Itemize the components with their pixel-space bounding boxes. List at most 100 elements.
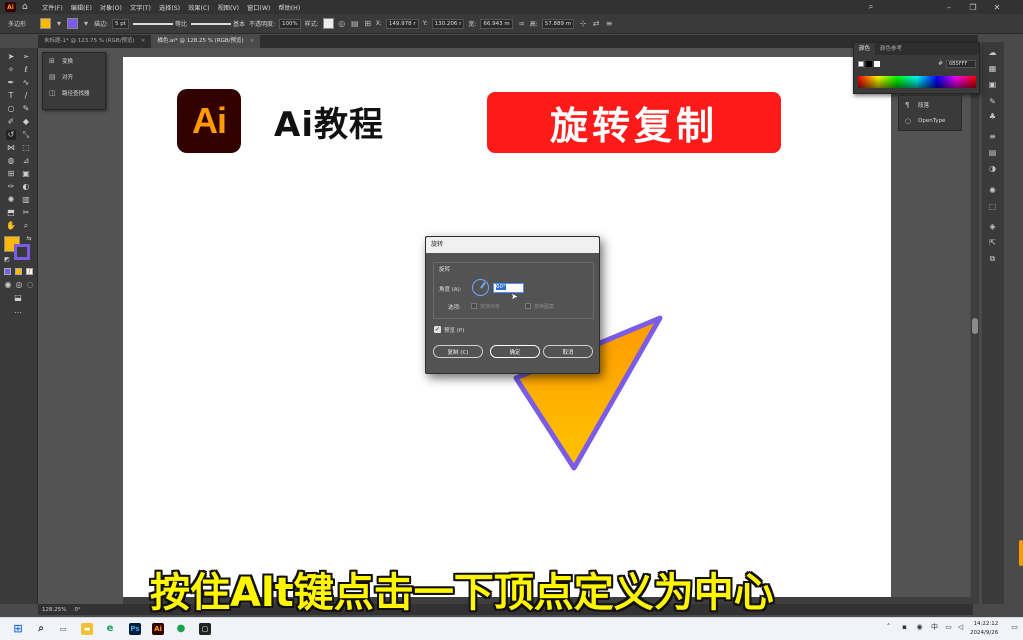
tab-color[interactable]: 颜色 [854, 43, 876, 55]
line-tool-icon[interactable]: / [21, 91, 31, 101]
graphic-styles-icon[interactable]: ⬚ [987, 202, 998, 212]
perspective-grid-icon[interactable]: ⊿ [21, 156, 31, 166]
menu-view[interactable]: 视图(V) [218, 3, 239, 12]
photoshop-icon[interactable]: Ps [129, 623, 141, 635]
profile-label[interactable]: 等比 [175, 19, 187, 28]
learn-icon[interactable]: ☁ [987, 48, 998, 58]
draw-mode-icon[interactable]: ◉ [3, 280, 13, 290]
angle-dial[interactable] [472, 279, 489, 296]
home-icon[interactable]: ⌂ [22, 2, 32, 12]
scrollbar-thumb[interactable] [972, 318, 978, 334]
copy-button[interactable]: 复制 (C) [433, 345, 483, 358]
hand-tool-icon[interactable]: ✋ [6, 221, 16, 231]
gradient-icon[interactable]: ▤ [987, 148, 998, 158]
curvature-tool-icon[interactable]: ∿ [21, 78, 31, 88]
eyedropper-icon[interactable]: ✑ [6, 182, 16, 192]
libraries-icon[interactable]: ▣ [987, 80, 998, 90]
angle-input[interactable]: 60° [493, 283, 524, 293]
rotation-field[interactable]: 0° [74, 607, 80, 613]
brush-label[interactable]: 基本 [233, 19, 245, 28]
network-icon[interactable]: ▭ [944, 623, 953, 632]
black-swatch[interactable] [866, 61, 872, 67]
menu-file[interactable]: 文件(F) [42, 3, 63, 12]
color-mode-icon[interactable] [4, 268, 11, 275]
mesh-tool-icon[interactable]: ⊞ [6, 169, 16, 179]
eraser-icon[interactable]: ◆ [21, 117, 31, 127]
x-field[interactable]: 149.978 r [385, 18, 419, 29]
ellipse-tool-icon[interactable]: ○ [6, 104, 16, 114]
symbol-sprayer-icon[interactable]: ✺ [6, 195, 16, 205]
brush-preview[interactable] [190, 22, 231, 25]
brushes-icon[interactable]: ✎ [987, 97, 998, 107]
chevron-down-icon[interactable]: ▾ [81, 19, 91, 29]
graph-tool-icon[interactable]: ▥ [21, 195, 31, 205]
stroke-swatch[interactable] [67, 18, 79, 29]
notification-icon[interactable]: ▭ [1010, 623, 1019, 632]
file-explorer-icon[interactable]: ▬ [81, 623, 93, 635]
panel-item-paragraph[interactable]: ¶ 段落 [899, 98, 961, 112]
none-mode-icon[interactable]: / [26, 268, 33, 275]
menu-select[interactable]: 选择(S) [159, 3, 180, 12]
panel-item-transform[interactable]: ⊞ 变换 [43, 53, 105, 69]
style-swatch[interactable] [322, 18, 334, 29]
cancel-button[interactable]: 取消 [543, 345, 593, 358]
shape-builder-icon[interactable]: ◍ [6, 156, 16, 166]
color-spectrum[interactable] [858, 76, 976, 88]
shaper-tool-icon[interactable]: ✐ [6, 117, 16, 127]
align-icon[interactable]: ▤ [350, 19, 360, 29]
ok-button[interactable]: 确定 [490, 345, 540, 358]
white-swatch-2[interactable] [874, 61, 880, 67]
tray-app-icon[interactable]: ▪ [900, 623, 909, 632]
symbols-icon[interactable]: ♣ [987, 112, 998, 122]
more-tools-icon[interactable]: ⋯ [13, 308, 23, 318]
h-field[interactable]: 57.889 m [541, 18, 575, 29]
free-transform-icon[interactable]: ⬚ [21, 143, 31, 153]
restore-icon[interactable]: ❐ [964, 0, 982, 14]
close-icon[interactable]: ✕ [988, 0, 1006, 14]
y-field[interactable]: 130.206 r [431, 18, 465, 29]
tab-orange[interactable]: 橘色.ai* @ 128.25 % (RGB/预览) × [151, 35, 261, 48]
stroke-weight-field[interactable]: 5 pt [112, 18, 129, 29]
menu-window[interactable]: 窗口(W) [247, 3, 270, 12]
draw-behind-icon[interactable]: ◎ [14, 280, 24, 290]
blend-tool-icon[interactable]: ◐ [21, 182, 31, 192]
windows-start-icon[interactable]: ⊞ [12, 623, 24, 635]
menu-object[interactable]: 对象(O) [100, 3, 122, 12]
swap-colors-icon[interactable]: ⇆ [24, 234, 34, 244]
system-clock[interactable]: 14:22:12 2024/9/26 [970, 620, 998, 638]
menu-icon[interactable]: ≡ [604, 19, 614, 29]
menu-effect[interactable]: 效果(C) [188, 3, 210, 12]
white-swatch[interactable] [858, 61, 864, 67]
layers-icon[interactable]: ◈ [987, 222, 998, 232]
type-tool-icon[interactable]: T [6, 91, 16, 101]
export-icon[interactable]: ⇱ [987, 238, 998, 248]
stroke-profile-preview[interactable] [132, 22, 173, 25]
stroke-icon[interactable]: ≡ [987, 132, 998, 142]
task-view-icon[interactable]: ▭ [57, 623, 69, 635]
tab-untitled[interactable]: 未标题-1* @ 123.75 % (RGB/预览) × [38, 35, 151, 48]
chevron-down-icon[interactable]: ▾ [54, 19, 64, 29]
slice-tool-icon[interactable]: ✂ [21, 208, 31, 218]
direct-selection-tool-icon[interactable]: ➢ [21, 52, 31, 62]
language-icon[interactable]: 中 [930, 623, 939, 632]
panel-item-align[interactable]: ▤ 对齐 [43, 69, 105, 85]
menu-type[interactable]: 文字(T) [130, 3, 151, 12]
draw-inside-icon[interactable]: ◌ [25, 280, 35, 290]
menu-edit[interactable]: 编辑(E) [71, 3, 92, 12]
flip-icon[interactable]: ⇄ [591, 19, 601, 29]
artboards-icon[interactable]: ⧉ [987, 254, 998, 264]
fill-swatch[interactable] [40, 18, 52, 29]
close-icon[interactable]: × [250, 35, 255, 48]
appearance-icon[interactable]: ✺ [987, 186, 998, 196]
chevron-up-icon[interactable]: ˄ [884, 623, 893, 632]
panel-item-opentype[interactable]: ○ OpenType [899, 114, 961, 128]
illustrator-icon[interactable]: Ai [152, 623, 164, 635]
w-field[interactable]: 66.943 m [480, 18, 513, 29]
hex-field[interactable]: 6B5FFF [946, 60, 976, 68]
zoom-tool-icon[interactable]: ⌕ [21, 221, 31, 231]
transform-objects-checkbox[interactable] [471, 303, 477, 309]
zoom-field[interactable]: 128.25% [42, 607, 66, 613]
menu-help[interactable]: 帮助(H) [278, 3, 300, 12]
search-icon[interactable]: ⌕ [862, 0, 880, 14]
edge-browser-icon[interactable]: e [104, 623, 116, 635]
